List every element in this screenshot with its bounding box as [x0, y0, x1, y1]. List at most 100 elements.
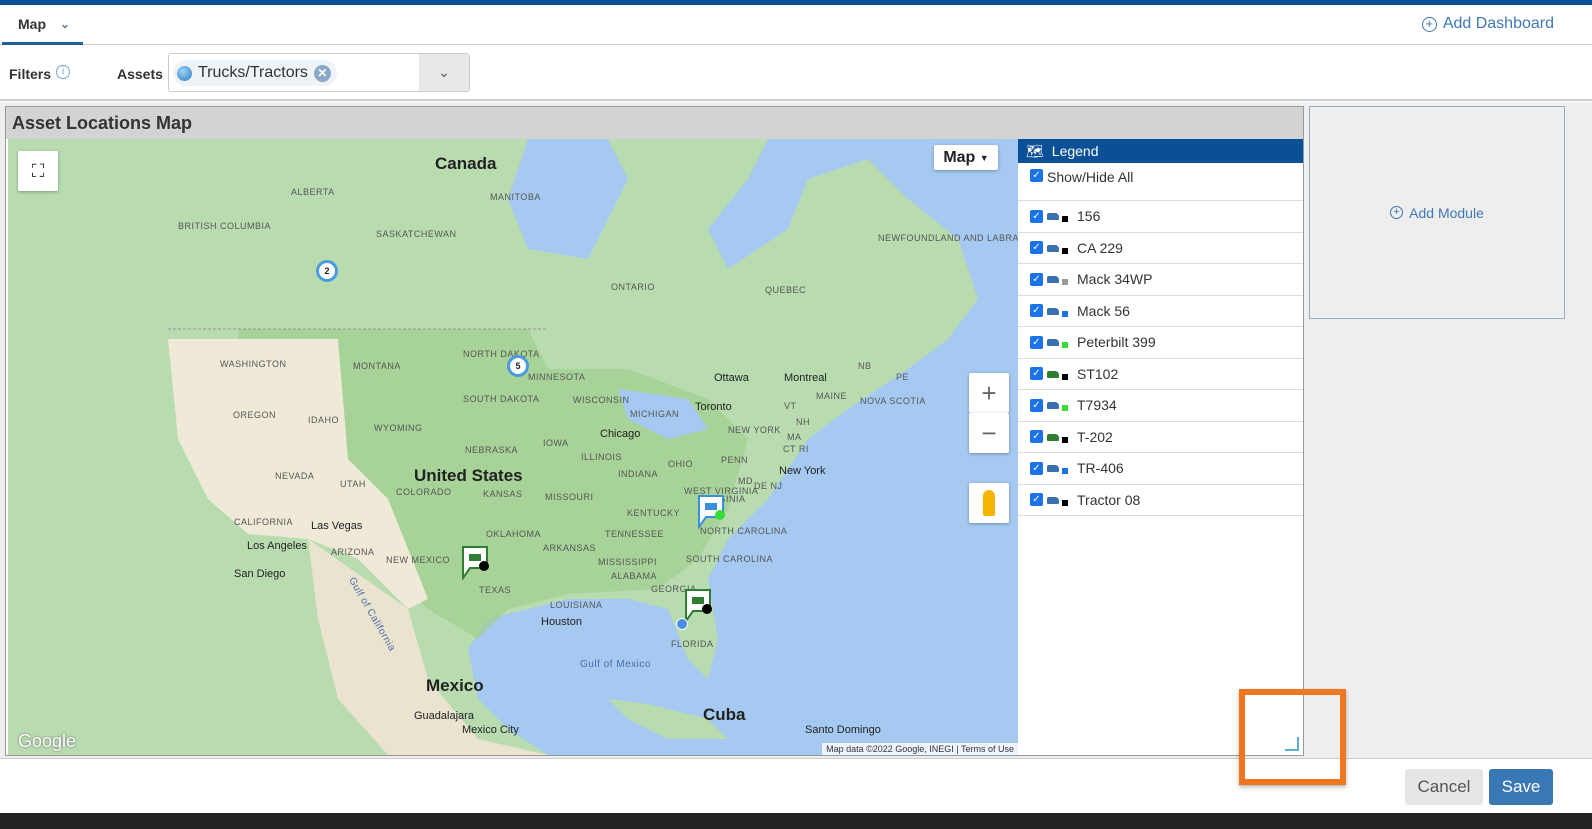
map-label-alberta: ALBERTA	[291, 187, 335, 197]
google-logo: Google	[18, 731, 77, 751]
map-label-wi: WISCONSIN	[573, 395, 630, 405]
plus-circle-icon: +	[1421, 16, 1437, 32]
map-label-sask: SASKATCHEWAN	[376, 229, 457, 239]
map-label-nv: NEVADA	[275, 471, 315, 481]
map-label-tn: TENNESSEE	[605, 529, 665, 539]
street-view-pegman[interactable]	[969, 483, 1009, 523]
city-label-lasvegas: Las Vegas	[311, 520, 363, 532]
checkbox-checked-icon[interactable]: ✓	[1030, 367, 1043, 381]
show-hide-all[interactable]: ✓ Show/Hide All	[1018, 163, 1303, 201]
legend-item-label: Peterbilt 399	[1077, 334, 1156, 351]
city-label-sandiego: San Diego	[234, 568, 286, 580]
map-label-ia: IOWA	[543, 438, 569, 448]
caret-down-icon: ▼	[979, 152, 989, 163]
legend-item[interactable]: ✓ T-202	[1018, 422, 1303, 453]
map-label-ks: KANSAS	[483, 489, 523, 499]
cancel-button[interactable]: Cancel	[1405, 769, 1483, 805]
map-label-sc: SOUTH CAROLINA	[686, 554, 774, 564]
map-label-id: IDAHO	[308, 415, 340, 425]
location-dot[interactable]	[676, 618, 688, 630]
zoom-in-button[interactable]: +	[969, 373, 1009, 413]
checkbox-checked-icon[interactable]: ✓	[1030, 241, 1043, 255]
legend-item-label: Mack 34WP	[1077, 271, 1153, 288]
add-module-button[interactable]: + Add Module	[1309, 106, 1565, 319]
truck-marker[interactable]	[683, 587, 713, 623]
map-label-ok: OKLAHOMA	[486, 529, 542, 539]
terms-link[interactable]: Terms of Use	[961, 744, 1014, 754]
city-label-chicago: Chicago	[600, 428, 641, 440]
map-label-pe: PE	[896, 372, 910, 382]
map-label-ma: MA	[787, 432, 802, 442]
zoom-out-button[interactable]: −	[969, 413, 1009, 453]
checkbox-checked-icon[interactable]: ✓	[1030, 493, 1043, 507]
tractor-icon	[1047, 273, 1071, 286]
checkbox-checked-icon[interactable]: ✓	[1030, 209, 1043, 223]
legend-item[interactable]: ✓ T7934	[1018, 390, 1303, 422]
legend-item[interactable]: ✓ Tractor 08	[1018, 485, 1303, 516]
map-label-or: OREGON	[233, 410, 277, 420]
map-type-button[interactable]: Map ▼	[934, 145, 998, 170]
city-label-losangeles: Los Angeles	[247, 540, 307, 552]
map-label-fl: FLORIDA	[671, 639, 714, 649]
truck-marker[interactable]	[460, 544, 490, 580]
legend-item[interactable]: ✓ Mack 34WP	[1018, 264, 1303, 296]
minus-icon: −	[981, 417, 997, 448]
module-title: Asset Locations Map	[6, 107, 1303, 139]
map-label-mo: MISSOURI	[545, 492, 594, 502]
map-label-mn: MINNESOTA	[528, 372, 586, 382]
tab-map[interactable]: Map ⌄	[2, 5, 83, 45]
save-button[interactable]: Save	[1489, 769, 1553, 805]
legend-item[interactable]: ✓ Peterbilt 399	[1018, 327, 1303, 359]
map-label-nh: NH	[796, 417, 810, 427]
legend-panel: 🗺 Legend ✓ Show/Hide All ✓ 156 ✓ CA 229 ✓ Mack …	[1018, 139, 1303, 755]
map-label-ne: NEBRASKA	[465, 445, 519, 455]
highlight-box	[1239, 689, 1346, 785]
map-label-cuba: Cuba	[703, 705, 746, 724]
marker-cluster[interactable]: 2	[316, 260, 338, 282]
fullscreen-button[interactable]: ⛶	[18, 151, 58, 191]
tractor-icon	[1047, 242, 1071, 254]
map-label-pa: PENN	[721, 455, 749, 465]
legend-item[interactable]: ✓ 156	[1018, 201, 1303, 233]
city-label-mexicocity: Mexico City	[462, 724, 519, 736]
truck-marker[interactable]	[696, 493, 726, 529]
dropdown-toggle[interactable]: ⌄	[419, 54, 469, 91]
map-label-az: ARIZONA	[331, 547, 375, 557]
checkbox-checked-icon[interactable]: ✓	[1030, 304, 1043, 318]
chip-label: Trucks/Tractors	[198, 64, 308, 81]
map-label-wa: WASHINGTON	[220, 359, 287, 369]
dashboard-tab-bar: Map ⌄ + Add Dashboard	[0, 5, 1592, 45]
map-label-ky: KENTUCKY	[627, 508, 681, 518]
checkbox-checked-icon[interactable]: ✓	[1030, 430, 1043, 444]
add-dashboard-label: Add Dashboard	[1442, 15, 1554, 32]
map-label-nd: NORTH DAKOTA	[463, 349, 540, 359]
checkbox-checked-icon[interactable]: ✓	[1030, 335, 1043, 349]
add-dashboard-button[interactable]: + Add Dashboard	[1421, 15, 1554, 33]
truck-icon	[1047, 368, 1071, 380]
info-icon[interactable]: i	[56, 65, 70, 79]
checkbox-checked-icon[interactable]: ✓	[1030, 398, 1043, 412]
pegman-icon	[983, 490, 995, 516]
map-label-canada: Canada	[435, 154, 497, 173]
plus-circle-icon: +	[1390, 206, 1404, 219]
legend-item[interactable]: ✓ TR-406	[1018, 453, 1303, 485]
globe-icon	[177, 65, 192, 81]
map-label-la: LOUISIANA	[550, 600, 603, 610]
assets-select[interactable]: Trucks/Tractors ✕ ⌄	[168, 53, 470, 92]
legend-item[interactable]: ✓ CA 229	[1018, 233, 1303, 264]
checkbox-checked-icon[interactable]: ✓	[1030, 169, 1043, 182]
remove-chip-icon[interactable]: ✕	[313, 64, 331, 82]
map-label-ny: NEW YORK	[728, 425, 781, 435]
legend-item[interactable]: ✓ ST102	[1018, 359, 1303, 390]
city-label-houston: Houston	[541, 616, 582, 628]
map-label-mt: MONTANA	[353, 361, 401, 371]
city-label-guadalajara: Guadalajara	[414, 710, 474, 722]
legend-item[interactable]: ✓ Mack 56	[1018, 296, 1303, 327]
filters-label: Filters	[9, 66, 52, 82]
chevron-down-icon[interactable]: ⌄	[60, 17, 70, 31]
marker-cluster[interactable]: 5	[507, 355, 529, 377]
map-view[interactable]: Canada United States Mexico Cuba ALBERTA BRIT…	[8, 139, 1018, 755]
map-label-nb: NB	[858, 361, 872, 371]
checkbox-checked-icon[interactable]: ✓	[1030, 461, 1043, 475]
checkbox-checked-icon[interactable]: ✓	[1030, 272, 1043, 286]
